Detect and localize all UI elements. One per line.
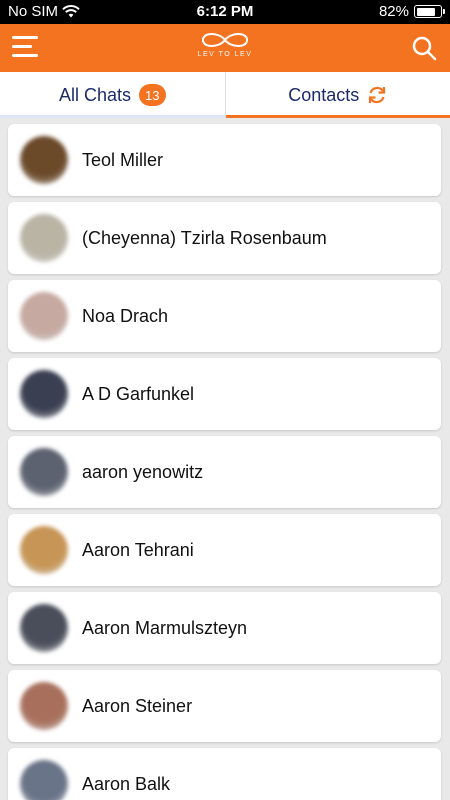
avatar [20, 370, 68, 418]
avatar [20, 604, 68, 652]
avatar [20, 448, 68, 496]
hamburger-menu-icon[interactable] [12, 36, 38, 58]
battery-icon [414, 5, 445, 18]
app-logo: LEV TO LEV [195, 30, 255, 66]
contact-list-item[interactable]: Aaron Balk [8, 748, 441, 800]
tab-contacts[interactable]: Contacts [225, 72, 450, 118]
avatar [20, 136, 68, 184]
avatar [20, 292, 68, 340]
contact-name: aaron yenowitz [82, 462, 204, 482]
avatar [20, 682, 68, 730]
contact-list-item[interactable]: aaron yenowitz [8, 436, 441, 508]
contact-list-item[interactable]: Aaron Marmulszteyn [8, 592, 441, 664]
logo-text: LEV TO LEV [197, 51, 253, 58]
contact-name: A D Garfunkel [82, 384, 195, 404]
contact-name: Noa Drach [82, 306, 169, 326]
tab-all-chats-label: All Chats [59, 84, 132, 105]
contact-list-item[interactable]: A D Garfunkel [8, 358, 441, 430]
avatar [20, 526, 68, 574]
tab-bar: All Chats 13 Contacts [0, 72, 450, 118]
contact-list-item[interactable]: Aaron Steiner [8, 670, 441, 742]
contact-name: Aaron Steiner [82, 696, 193, 716]
app-header: LEV TO LEV [0, 24, 450, 72]
battery-level [416, 7, 435, 16]
contact-name: (Cheyenna) Tzirla Rosenbaum [82, 228, 327, 248]
refresh-icon[interactable] [367, 85, 387, 105]
unread-count-badge: 13 [139, 84, 166, 106]
contact-list: Teol Miller (Cheyenna) Tzirla Rosenbaum No… [0, 118, 450, 800]
contact-list-item[interactable]: Teol Miller [8, 124, 441, 196]
contact-name: Aaron Marmulszteyn [82, 618, 248, 638]
search-icon[interactable] [410, 34, 438, 62]
contact-name: Aaron Balk [82, 774, 171, 794]
avatar [20, 760, 68, 800]
contact-list-item[interactable]: Noa Drach [8, 280, 441, 352]
contact-list-item[interactable]: Aaron Tehrani [8, 514, 441, 586]
battery-status: 82% [378, 3, 445, 20]
contact-list-item[interactable]: (Cheyenna) Tzirla Rosenbaum [8, 202, 441, 274]
tab-all-chats[interactable]: All Chats 13 [0, 72, 226, 118]
contact-name: Teol Miller [82, 150, 164, 170]
tab-contacts-label: Contacts [288, 84, 360, 105]
status-bar: No SIM 6:12 PM 82% [0, 0, 450, 24]
battery-percent: 82% [378, 3, 409, 20]
avatar [20, 214, 68, 262]
infinity-logo-icon [201, 33, 249, 47]
contact-name: Aaron Tehrani [82, 540, 194, 560]
